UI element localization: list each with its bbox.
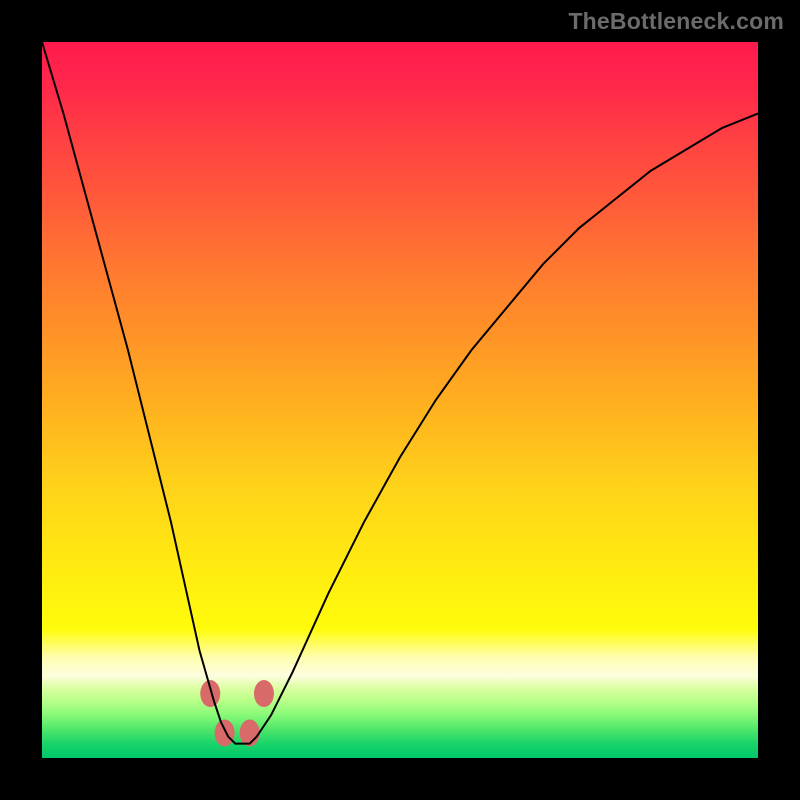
marker-dot bbox=[200, 680, 220, 707]
marker-dot bbox=[215, 719, 235, 746]
curve-layer bbox=[42, 42, 758, 758]
bottleneck-curve bbox=[42, 42, 758, 744]
marker-dot bbox=[254, 680, 274, 707]
plot-area bbox=[42, 42, 758, 758]
watermark-text: TheBottleneck.com bbox=[568, 8, 784, 35]
chart-frame: TheBottleneck.com bbox=[0, 0, 800, 800]
